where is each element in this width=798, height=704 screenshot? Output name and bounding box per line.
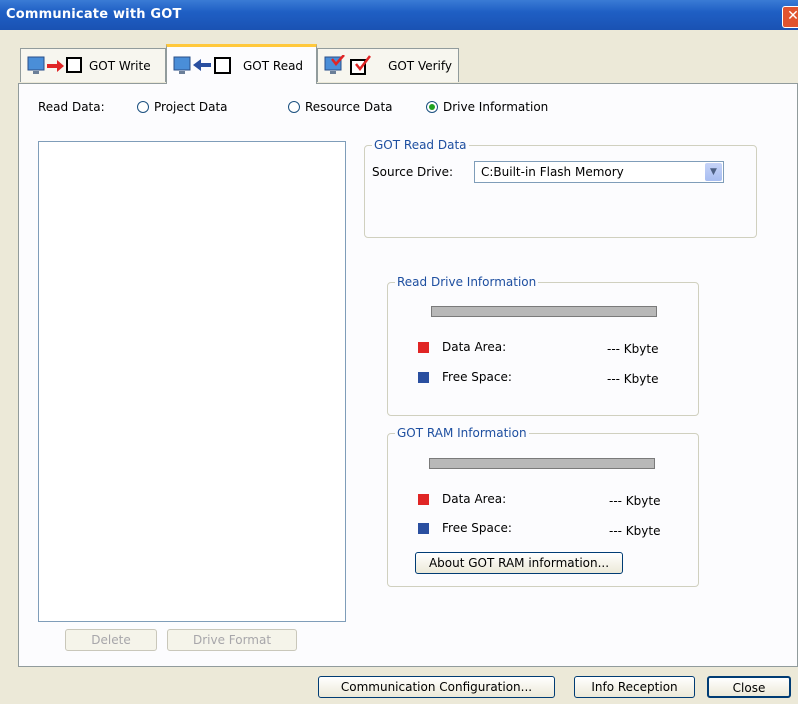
info-reception-button[interactable]: Info Reception — [574, 676, 695, 698]
radio-indicator-selected — [426, 101, 438, 113]
tab-got-write[interactable]: GOT Write — [20, 48, 166, 82]
tab-got-verify[interactable]: GOT Verify — [317, 48, 459, 82]
read-drive-info-title: Read Drive Information — [395, 275, 539, 289]
window-title: Communicate with GOT — [6, 7, 182, 22]
radio-project-data[interactable]: Project Data — [137, 100, 228, 114]
tab-got-write-label: GOT Write — [89, 58, 151, 73]
chevron-down-icon[interactable]: ▼ — [705, 163, 722, 181]
drive-file-list[interactable] — [38, 141, 346, 622]
read-data-label: Read Data: — [38, 100, 105, 114]
free-space-swatch — [418, 523, 429, 534]
free-space-swatch — [418, 372, 429, 383]
tab-got-verify-label: GOT Verify — [388, 58, 452, 73]
source-drive-select[interactable]: C:Built-in Flash Memory ▼ — [474, 161, 724, 183]
ram-data-area-value: --- Kbyte — [609, 494, 661, 508]
data-area-swatch — [418, 342, 429, 353]
drive-free-space-label: Free Space: — [442, 370, 512, 384]
ram-free-space-label: Free Space: — [442, 521, 512, 535]
data-area-swatch — [418, 494, 429, 505]
monitor-arrow-right-icon — [27, 56, 82, 74]
radio-indicator — [288, 101, 300, 113]
source-drive-value: C:Built-in Flash Memory — [481, 165, 624, 179]
got-read-data-title: GOT Read Data — [372, 138, 469, 152]
radio-drive-information-label: Drive Information — [443, 100, 549, 114]
got-read-data-group: GOT Read Data — [364, 138, 757, 238]
close-button[interactable]: Close — [707, 676, 791, 698]
title-bar: Communicate with GOT ✕ — [0, 0, 798, 30]
radio-resource-data[interactable]: Resource Data — [288, 100, 393, 114]
monitor-arrow-left-icon — [173, 56, 231, 74]
drive-usage-bar — [431, 306, 657, 317]
window-close-button[interactable]: ✕ — [782, 6, 798, 28]
communication-configuration-button[interactable]: Communication Configuration... — [318, 676, 555, 698]
source-drive-label: Source Drive: — [372, 165, 454, 179]
radio-resource-data-label: Resource Data — [305, 100, 393, 114]
ram-free-space-value: --- Kbyte — [609, 524, 661, 538]
tab-got-read[interactable]: GOT Read — [166, 44, 317, 84]
drive-free-space-value: --- Kbyte — [607, 372, 659, 386]
ram-data-area-label: Data Area: — [442, 492, 507, 506]
drive-data-area-label: Data Area: — [442, 340, 507, 354]
radio-project-data-label: Project Data — [154, 100, 228, 114]
drive-format-button[interactable]: Drive Format — [167, 629, 297, 651]
got-ram-info-title: GOT RAM Information — [395, 426, 529, 440]
monitor-check-icon — [324, 54, 371, 75]
delete-button[interactable]: Delete — [65, 629, 157, 651]
radio-drive-information[interactable]: Drive Information — [426, 100, 548, 114]
drive-data-area-value: --- Kbyte — [607, 342, 659, 356]
tab-got-read-label: GOT Read — [243, 58, 304, 73]
about-got-ram-button[interactable]: About GOT RAM information... — [415, 552, 623, 574]
radio-indicator — [137, 101, 149, 113]
ram-usage-bar — [429, 458, 655, 469]
